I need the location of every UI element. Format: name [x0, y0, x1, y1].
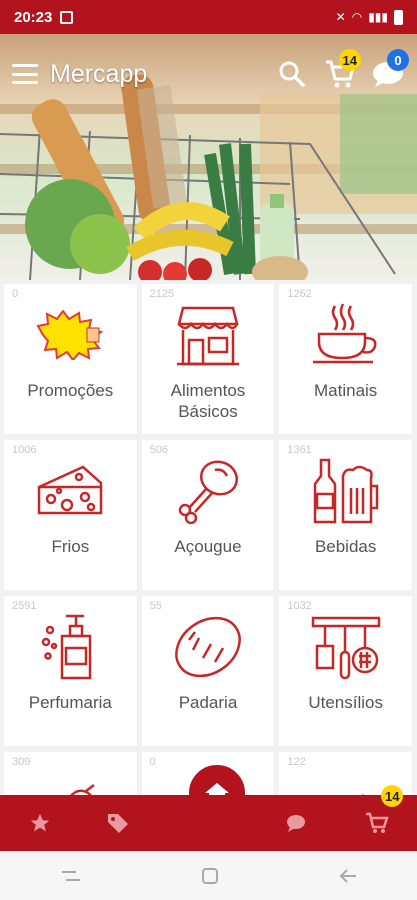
promo-splash-icon: [28, 300, 112, 370]
category-label: Perfumaria: [28, 693, 112, 712]
cart-icon: [366, 812, 389, 833]
category-label: Padaria: [178, 693, 238, 712]
app-header: Mercapp 14 0: [0, 34, 417, 114]
category-tile-alimentos-basicos[interactable]: 2125 Alimentos Básicos: [141, 284, 276, 440]
category-tile-utensilios[interactable]: 1032 Utensílios: [279, 596, 413, 752]
storefront-icon: [166, 300, 250, 370]
category-count: 0: [149, 756, 156, 768]
signal-icon: ▮▮▮: [368, 10, 388, 24]
category-tile-acougue[interactable]: 506 Açougue: [141, 440, 276, 596]
category-count: 506: [149, 444, 169, 456]
offers-button[interactable]: [99, 803, 139, 843]
chat-count-badge: 0: [387, 49, 409, 71]
category-count: 2591: [12, 600, 37, 612]
battery-icon: [394, 9, 403, 25]
search-icon: [279, 61, 305, 87]
soap-dispenser-icon: [28, 612, 112, 682]
category-tile-matinais[interactable]: 1262 Matinais: [279, 284, 413, 440]
chat-button[interactable]: 0: [371, 49, 409, 91]
status-bar: 20:23 ✕ ◠ ▮▮▮: [0, 0, 417, 34]
category-label: Utensílios: [308, 693, 383, 712]
wifi-icon: ◠: [351, 10, 363, 24]
beer-bottle-icon: [304, 456, 388, 526]
bottom-cart-button[interactable]: 14: [357, 785, 404, 843]
category-label: Bebidas: [314, 537, 377, 556]
cart-button[interactable]: 14: [323, 49, 361, 91]
bottom-cart-badge: 14: [381, 785, 404, 807]
kitchen-utensils-icon: [304, 612, 388, 682]
back-icon[interactable]: [338, 868, 358, 884]
star-icon: [30, 813, 49, 832]
category-label: Frios: [51, 537, 90, 556]
category-tile-perfumaria[interactable]: 2591 Perfumaria: [4, 596, 138, 752]
category-tile-promocoes[interactable]: 0 Promoções: [4, 284, 138, 440]
category-count: 1032: [287, 600, 312, 612]
app-title: Mercapp: [50, 59, 148, 88]
category-label: Açougue: [174, 537, 242, 556]
category-count: 2125: [149, 288, 175, 300]
search-button[interactable]: [275, 57, 309, 91]
category-count: 1361: [287, 444, 312, 456]
chat-bubbles-icon: [286, 815, 305, 832]
category-count: 0: [12, 288, 19, 300]
mute-icon: ✕: [335, 10, 346, 24]
hamburger-menu-icon[interactable]: [12, 64, 38, 84]
category-label: Alimentos Básicos: [170, 381, 246, 421]
meat-leg-icon: [166, 456, 250, 526]
category-count: 1006: [12, 444, 37, 456]
category-tile-padaria[interactable]: 55 Padaria: [141, 596, 276, 752]
notification-icon: [60, 10, 74, 24]
category-tile-bebidas[interactable]: 1361 Bebidas: [279, 440, 413, 596]
cheese-icon: [28, 456, 112, 526]
favorites-button[interactable]: [20, 803, 60, 843]
category-count: 122: [287, 756, 306, 768]
status-icons: ✕ ◠ ▮▮▮: [335, 9, 403, 25]
category-count: 1262: [287, 288, 312, 300]
messages-button[interactable]: [278, 803, 318, 843]
category-label: Matinais: [314, 381, 378, 400]
status-time: 20:23: [14, 8, 53, 26]
cart-count-badge: 14: [338, 49, 361, 71]
coffee-cup-icon: [304, 300, 388, 370]
category-label: Promoções: [27, 381, 114, 400]
system-navigation-bar: [0, 851, 417, 900]
bread-icon: [166, 612, 250, 682]
category-tile-frios[interactable]: 1006 Frios: [4, 440, 138, 596]
tags-icon: [108, 814, 129, 833]
bottom-navigation: 14: [0, 785, 417, 851]
category-count: 55: [149, 600, 162, 612]
category-grid: 0 Promoções 2125 Alimentos Básicos 1262: [0, 280, 417, 900]
home-system-icon[interactable]: [201, 867, 219, 885]
recent-apps-icon[interactable]: [60, 868, 82, 884]
category-count: 309: [12, 756, 31, 768]
